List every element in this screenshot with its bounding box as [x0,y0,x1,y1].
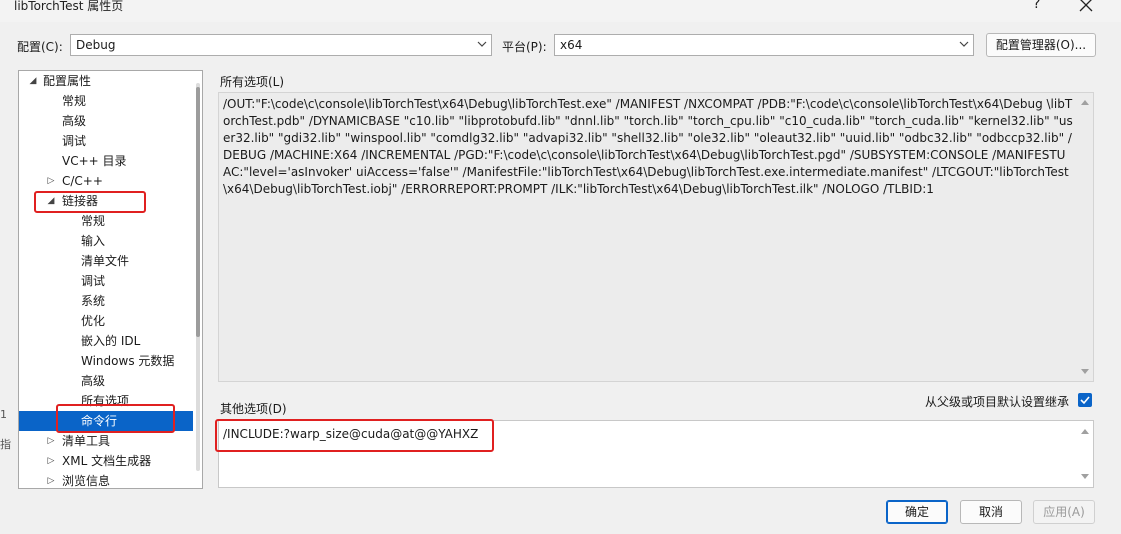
background-fragment: 1 [0,408,7,421]
tree-item-label: 调试 [81,274,106,288]
tree-item[interactable]: 输入 [19,231,193,251]
tree-item[interactable]: 高级 [19,111,193,131]
chevron-down-icon [959,41,969,47]
tree-item-label: 命令行 [81,414,118,428]
expand-arrow-icon[interactable]: ▷ [45,171,57,191]
tree-item[interactable]: 调试 [19,271,193,291]
all-options-text: /OUT:"F:\code\c\console\libTorchTest\x64… [223,97,1073,196]
background-fragment: 指 [0,438,11,451]
tree-item-label: 输入 [81,234,106,248]
tree-item-label: 高级 [81,374,106,388]
ok-button[interactable]: 确定 [886,500,948,524]
tree-item[interactable]: 命令行 [19,411,193,431]
title-bar: libTorchTest 属性页 ? [0,0,1121,22]
tree-scrollbar[interactable] [196,83,200,471]
all-options-box[interactable]: /OUT:"F:\code\c\console\libTorchTest\x64… [218,92,1094,382]
tree-item[interactable]: 所有选项 [19,391,193,411]
config-value: Debug [76,38,116,52]
property-tree: ◢ 配置属性 常规 高级 调试 VC++ 目录 ▷ C/C++ ◢ 链接器 常规 输入 清单文件 调试 系统… [18,70,203,489]
expand-arrow-icon[interactable]: ▷ [45,451,57,471]
tree-item[interactable]: 清单文件 [19,251,193,271]
expand-arrow-icon[interactable]: ▷ [45,431,57,451]
scroll-up-icon[interactable] [1081,428,1089,436]
all-options-scrollbar[interactable] [1077,93,1093,381]
window-title: libTorchTest 属性页 [14,0,124,13]
tree-item[interactable]: ▷ XML 文档生成器 [19,451,193,471]
config-dropdown[interactable]: Debug [70,34,492,56]
tree-item[interactable]: 高级 [19,371,193,391]
tree-item-label: 链接器 [62,194,99,208]
tree-item-label: 清单文件 [81,254,130,268]
tree-item-label: Windows 元数据 [81,354,175,368]
collapse-arrow-icon[interactable]: ◢ [45,191,57,211]
scrollbar-thumb[interactable] [196,87,200,337]
tree-item[interactable]: 常规 [19,211,193,231]
config-manager-button[interactable]: 配置管理器(O)... [986,33,1096,57]
tree-item[interactable]: Windows 元数据 [19,351,193,371]
close-button[interactable] [1076,0,1096,15]
tree-item[interactable]: VC++ 目录 [19,151,193,171]
tree-item-label: 所有选项 [81,394,130,408]
tree-item-label: 调试 [62,134,87,148]
tree-item-label: 常规 [81,214,106,228]
tree-item[interactable]: ▷ 浏览信息 [19,471,193,488]
tree-item-label: 常规 [62,94,87,108]
other-options-label: 其他选项(D) [220,402,287,416]
platform-label: 平台(P): [502,40,547,54]
close-icon [1079,0,1093,12]
tree-item-label: 清单工具 [62,434,111,448]
tree-item-label: 嵌入的 IDL [81,334,141,348]
cancel-button[interactable]: 取消 [960,500,1022,524]
tree-item[interactable]: 系统 [19,291,193,311]
tree-item-label: VC++ 目录 [62,154,127,168]
help-button[interactable]: ? [1033,0,1040,12]
tree-item[interactable]: ▷ 清单工具 [19,431,193,451]
other-options-input[interactable]: /INCLUDE:?warp_size@cuda@at@@YAHXZ [223,426,1073,443]
checkmark-icon [1080,396,1090,405]
platform-dropdown[interactable]: x64 [554,34,974,56]
tree-item[interactable]: ◢ 链接器 [19,191,193,211]
config-label: 配置(C): [17,40,63,54]
tree-item[interactable]: 优化 [19,311,193,331]
tree-item-label: C/C++ [62,174,103,188]
tree-item[interactable]: ◢ 配置属性 [19,71,193,91]
tree-item-label: 系统 [81,294,106,308]
tree-item[interactable]: 调试 [19,131,193,151]
chevron-down-icon [477,41,487,47]
other-options-scrollbar[interactable] [1077,421,1093,487]
tree-item-label: 浏览信息 [62,474,111,488]
scroll-down-icon[interactable] [1081,472,1089,480]
scroll-up-icon[interactable] [1081,99,1089,107]
tree-item[interactable]: ▷ C/C++ [19,171,193,191]
expand-arrow-icon[interactable]: ▷ [45,471,57,488]
platform-value: x64 [560,38,583,52]
inherit-label: 从父级或项目默认设置继承 [925,395,1070,409]
tree-item-label: XML 文档生成器 [62,454,152,468]
scroll-down-icon[interactable] [1081,367,1089,375]
tree-item-label: 优化 [81,314,106,328]
tree-item-label: 配置属性 [43,74,92,88]
other-options-box[interactable]: /INCLUDE:?warp_size@cuda@at@@YAHXZ [218,420,1094,488]
tree-item-label: 高级 [62,114,87,128]
all-options-label: 所有选项(L) [220,75,285,89]
apply-button[interactable]: 应用(A) [1033,500,1095,524]
collapse-arrow-icon[interactable]: ◢ [27,71,39,91]
inherit-checkbox[interactable] [1078,393,1092,407]
tree-item[interactable]: 嵌入的 IDL [19,331,193,351]
tree-item[interactable]: 常规 [19,91,193,111]
